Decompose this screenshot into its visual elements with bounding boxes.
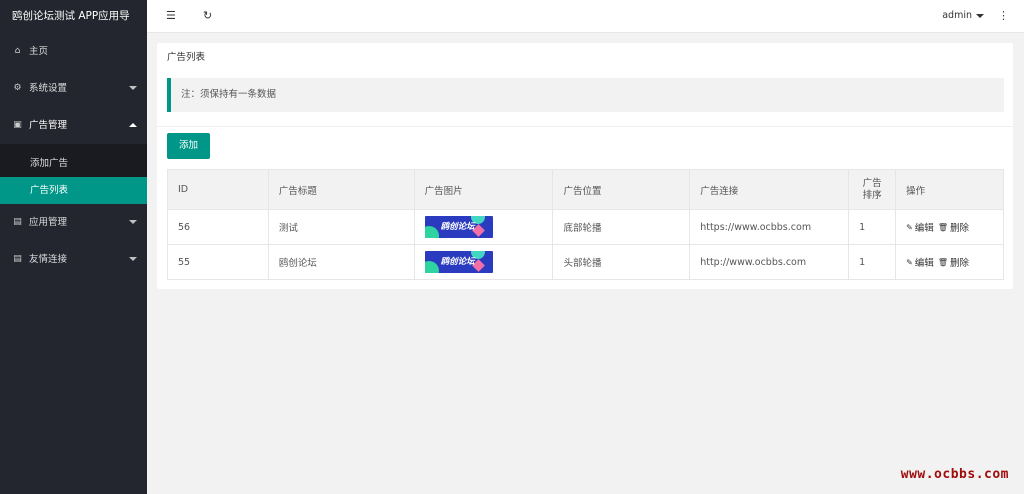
cell-link: https://www.ocbbs.com xyxy=(689,209,850,245)
ad-thumbnail[interactable]: 鸥创论坛 xyxy=(424,251,493,273)
column-header-actions: 操作 xyxy=(895,169,1004,210)
ad-thumbnail[interactable]: 鸥创论坛 xyxy=(424,216,493,238)
add-button[interactable]: 添加 xyxy=(167,133,210,159)
chevron-down-icon xyxy=(129,220,137,224)
user-menu[interactable]: admin xyxy=(942,10,984,21)
chevron-down-icon xyxy=(129,257,137,261)
sidebar-subitem-add-ad[interactable]: 添加广告 xyxy=(0,150,147,177)
trash-icon: 🗑 xyxy=(937,257,948,267)
delete-button[interactable]: 🗑 删除 xyxy=(937,220,969,235)
table-row: 56 测试 鸥创论坛 底部轮播 https://www.ocbbs.com 1 … xyxy=(167,209,1004,245)
sidebar-subnav: 添加广告 广告列表 xyxy=(0,144,147,204)
column-header-link: 广告连接 xyxy=(689,169,850,210)
caret-down-icon xyxy=(976,13,984,18)
cell-image: 鸥创论坛 xyxy=(413,209,554,245)
table-header-row: ID 广告标题 广告图片 广告位置 广告连接 广告 排序 操作 xyxy=(167,169,1004,210)
column-header-sort-line2: 排序 xyxy=(862,189,882,201)
cell-title: 测试 xyxy=(267,209,415,245)
cell-position: 头部轮播 xyxy=(552,244,691,280)
sidebar-item-friend-links[interactable]: ▤ 友情连接 xyxy=(0,241,147,278)
cell-link: http://www.ocbbs.com xyxy=(689,244,850,280)
more-vertical-icon[interactable]: ⋮ xyxy=(998,9,1009,22)
link-icon: ▤ xyxy=(13,254,22,264)
pencil-icon: ✎ xyxy=(906,222,913,232)
delete-button[interactable]: 🗑 删除 xyxy=(937,255,969,270)
menu-fold-icon[interactable]: ☰ xyxy=(166,9,176,22)
column-header-sort: 广告 排序 xyxy=(848,169,897,210)
cell-sort: 1 xyxy=(848,209,897,245)
column-header-id: ID xyxy=(167,169,269,210)
cell-title: 鸥创论坛 xyxy=(267,244,415,280)
cell-actions: ✎ 编辑 🗑 删除 xyxy=(895,244,1004,280)
sidebar-item-label: 应用管理 xyxy=(29,217,68,228)
watermark: www.ocbbs.com xyxy=(900,467,1009,482)
gear-icon: ⚙ xyxy=(13,83,22,93)
ad-thumbnail-text: 鸥创论坛 xyxy=(440,222,475,232)
divider xyxy=(157,126,1013,127)
delete-label: 删除 xyxy=(949,223,969,234)
home-icon: ⌂ xyxy=(14,46,21,56)
edit-button[interactable]: ✎ 编辑 xyxy=(906,220,934,235)
sidebar-item-label: 主页 xyxy=(29,46,49,57)
edit-label: 编辑 xyxy=(914,223,934,234)
cell-id: 56 xyxy=(167,209,269,245)
sidebar-item-home[interactable]: ⌂ 主页 xyxy=(0,33,147,70)
ad-thumbnail-text: 鸥创论坛 xyxy=(440,257,475,267)
sidebar-item-ad-management[interactable]: ▣ 广告管理 xyxy=(0,107,147,144)
refresh-icon[interactable]: ↻ xyxy=(203,9,212,22)
cell-image: 鸥创论坛 xyxy=(413,244,554,280)
trash-icon: 🗑 xyxy=(937,222,948,232)
sidebar: 鸥创论坛测试 APP应用导 ⌂ 主页 ⚙ 系统设置 ▣ 广告管理 添加广告 广告… xyxy=(0,0,147,494)
chevron-down-icon xyxy=(129,86,137,90)
sidebar-subitem-ad-list[interactable]: 广告列表 xyxy=(0,177,147,204)
app-icon: ▤ xyxy=(13,217,22,227)
pencil-icon: ✎ xyxy=(906,257,913,267)
edit-button[interactable]: ✎ 编辑 xyxy=(906,255,934,270)
username: admin xyxy=(942,10,972,21)
card-title: 广告列表 xyxy=(167,52,206,63)
column-header-title: 广告标题 xyxy=(267,169,415,210)
ad-list-card: 广告列表 注：须保持有一条数据 添加 ID 广告标题 广告图片 广告位置 广告连… xyxy=(157,43,1013,289)
table-row: 55 鸥创论坛 鸥创论坛 头部轮播 http://www.ocbbs.com 1… xyxy=(167,244,1004,280)
column-header-image: 广告图片 xyxy=(413,169,554,210)
notice-banner: 注：须保持有一条数据 xyxy=(167,78,1004,112)
sidebar-item-label: 广告管理 xyxy=(29,120,68,131)
delete-label: 删除 xyxy=(949,258,969,269)
cell-id: 55 xyxy=(167,244,269,280)
sidebar-item-system-settings[interactable]: ⚙ 系统设置 xyxy=(0,70,147,107)
edit-label: 编辑 xyxy=(914,258,934,269)
sidebar-item-label: 友情连接 xyxy=(29,254,68,265)
app-title: 鸥创论坛测试 APP应用导 xyxy=(12,10,130,22)
column-header-sort-line1: 广告 xyxy=(862,177,882,189)
sidebar-item-label: 系统设置 xyxy=(29,83,68,94)
cell-position: 底部轮播 xyxy=(552,209,691,245)
cell-sort: 1 xyxy=(848,244,897,280)
ad-icon: ▣ xyxy=(13,120,22,130)
topbar: ☰ ↻ admin ⋮ xyxy=(147,0,1024,33)
sidebar-item-app-management[interactable]: ▤ 应用管理 xyxy=(0,204,147,241)
ad-table: ID 广告标题 广告图片 广告位置 广告连接 广告 排序 操作 56 测试 鸥创… xyxy=(167,169,1004,280)
column-header-position: 广告位置 xyxy=(552,169,691,210)
chevron-up-icon xyxy=(129,123,137,127)
cell-actions: ✎ 编辑 🗑 删除 xyxy=(895,209,1004,245)
